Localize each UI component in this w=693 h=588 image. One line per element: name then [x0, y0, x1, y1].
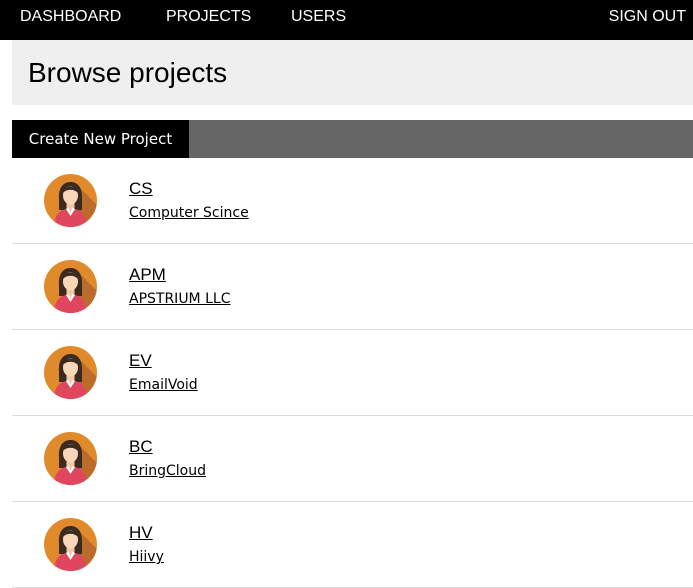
nav-sign-out[interactable]: SIGN OUT: [609, 8, 686, 26]
project-name-link[interactable]: Computer Scince: [129, 205, 249, 222]
page-header: Browse projects: [12, 40, 693, 105]
project-row: APM APSTRIUM LLC: [12, 244, 693, 330]
nav-projects[interactable]: PROJECTS: [166, 8, 251, 26]
project-code-link[interactable]: BC: [129, 437, 153, 457]
top-navigation: DASHBOARD PROJECTS USERS SIGN OUT: [0, 0, 693, 40]
project-code-link[interactable]: APM: [129, 265, 166, 285]
create-new-project-button[interactable]: Create New Project: [12, 120, 189, 158]
user-avatar-icon[interactable]: [44, 518, 97, 571]
page-title: Browse projects: [28, 57, 228, 88]
project-name-link[interactable]: BringCloud: [129, 463, 206, 480]
project-row: CS Computer Scince: [12, 158, 693, 244]
project-row: HV Hiivy: [12, 502, 693, 588]
project-name-link[interactable]: EmailVoid: [129, 377, 198, 394]
nav-users[interactable]: USERS: [291, 8, 346, 26]
user-avatar-icon[interactable]: [44, 260, 97, 313]
project-row: EV EmailVoid: [12, 330, 693, 416]
project-row: BC BringCloud: [12, 416, 693, 502]
project-code-link[interactable]: CS: [129, 179, 153, 199]
user-avatar-icon[interactable]: [44, 346, 97, 399]
project-code-link[interactable]: HV: [129, 523, 153, 543]
project-name-link[interactable]: Hiivy: [129, 549, 164, 566]
user-avatar-icon[interactable]: [44, 432, 97, 485]
nav-dashboard[interactable]: DASHBOARD: [20, 8, 121, 26]
project-code-link[interactable]: EV: [129, 351, 152, 371]
user-avatar-icon[interactable]: [44, 174, 97, 227]
project-list: CS Computer Scince APM APSTRIUM LLC EV E…: [12, 158, 693, 588]
project-name-link[interactable]: APSTRIUM LLC: [129, 291, 230, 308]
toolbar: Create New Project: [12, 120, 693, 158]
